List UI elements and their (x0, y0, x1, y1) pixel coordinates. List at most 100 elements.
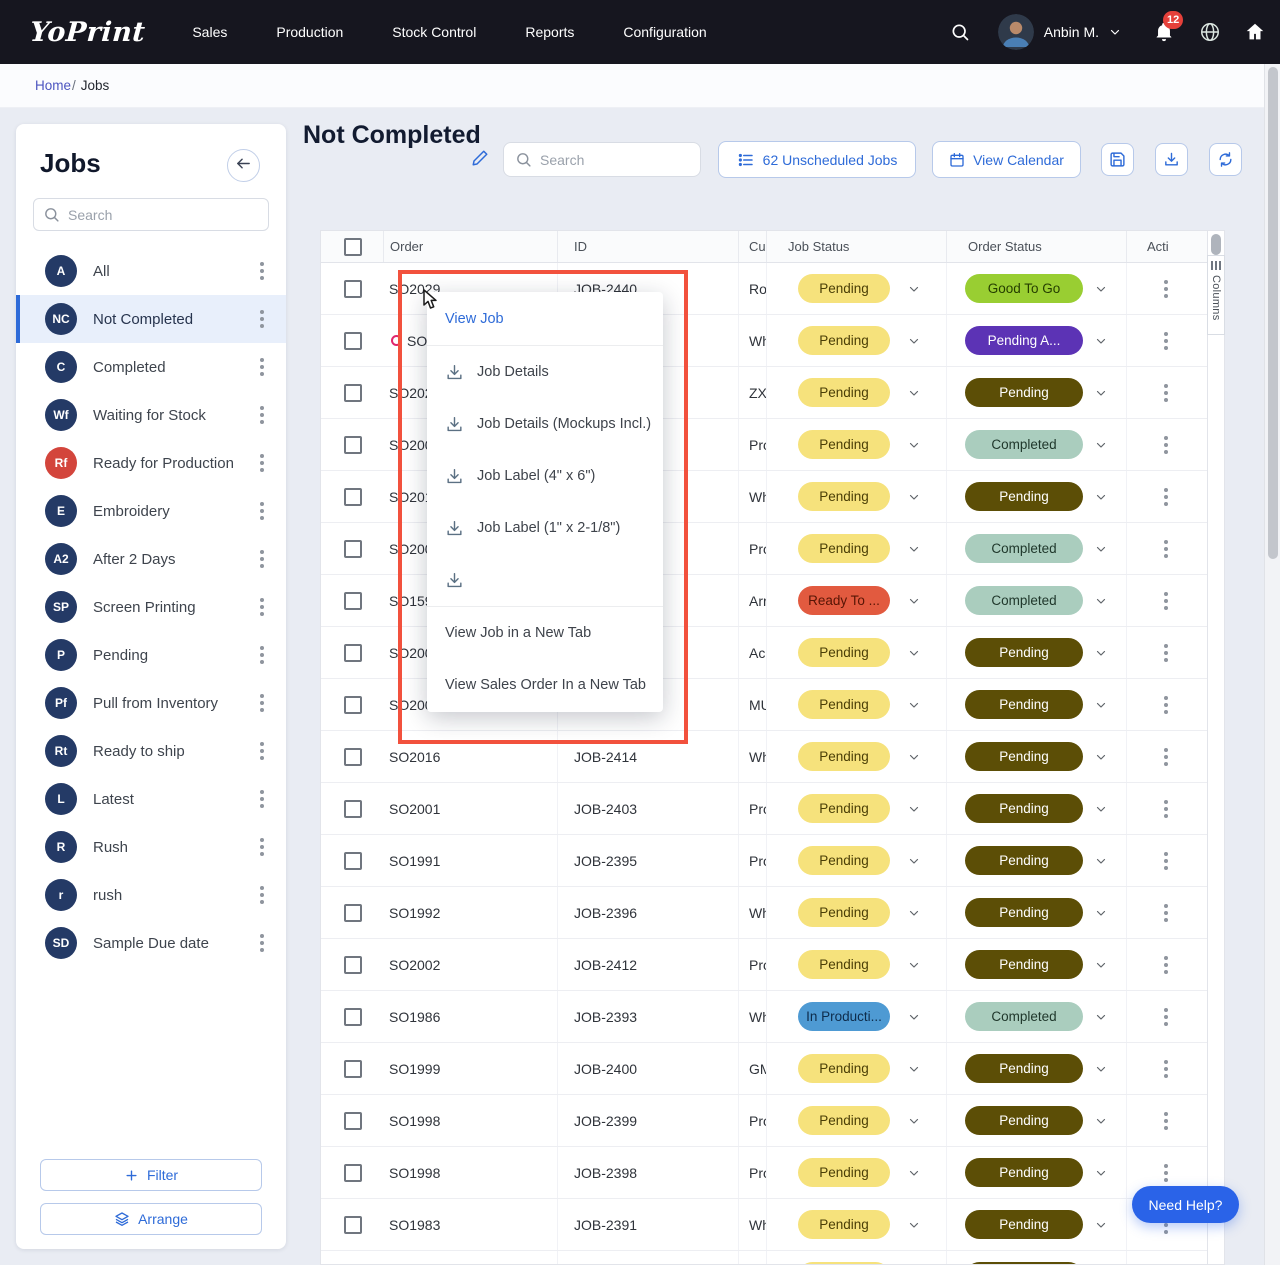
sidebar-item-latest[interactable]: LLatest (16, 775, 286, 823)
chevron-down-icon[interactable] (908, 283, 920, 295)
row-actions-icon[interactable] (1154, 691, 1178, 719)
chevron-down-icon[interactable] (908, 1063, 920, 1075)
row-checkbox[interactable] (344, 1060, 362, 1078)
chevron-down-icon[interactable] (908, 751, 920, 763)
chevron-down-icon[interactable] (1109, 26, 1121, 38)
row-actions-icon[interactable] (1154, 587, 1178, 615)
chevron-down-icon[interactable] (1095, 959, 1107, 971)
user-avatar[interactable] (998, 14, 1034, 50)
row-actions-icon[interactable] (1154, 795, 1178, 823)
row-checkbox[interactable] (344, 1216, 362, 1234)
table-row[interactable]: SO1993JOB-2397ArrPendingPending (321, 1251, 1207, 1265)
chevron-down-icon[interactable] (1095, 647, 1107, 659)
order-status-pill[interactable]: Pending (965, 638, 1083, 667)
edit-view-name-button[interactable] (471, 149, 489, 172)
row-checkbox[interactable] (344, 904, 362, 922)
row-checkbox[interactable] (344, 384, 362, 402)
job-status-pill[interactable]: Pending (798, 326, 890, 355)
row-actions-icon[interactable] (1154, 847, 1178, 875)
order-status-pill[interactable]: Good To Go (965, 274, 1083, 303)
menu-item-view-job[interactable]: View Job (427, 293, 663, 345)
chevron-down-icon[interactable] (908, 1011, 920, 1023)
filter-menu-icon[interactable] (250, 545, 274, 573)
chevron-down-icon[interactable] (1095, 1063, 1107, 1075)
sidebar-item-all[interactable]: AAll (16, 247, 286, 295)
chevron-down-icon[interactable] (1095, 855, 1107, 867)
chevron-down-icon[interactable] (1095, 1219, 1107, 1231)
filter-menu-icon[interactable] (250, 353, 274, 381)
row-actions-icon[interactable] (1154, 743, 1178, 771)
user-name[interactable]: Anbin M. (1044, 24, 1099, 40)
chevron-down-icon[interactable] (908, 803, 920, 815)
row-checkbox[interactable] (344, 332, 362, 350)
job-status-pill[interactable]: Pending (798, 274, 890, 303)
chevron-down-icon[interactable] (1095, 699, 1107, 711)
table-row[interactable]: SO2002JOB-2412ProPendingPending (321, 939, 1207, 991)
chevron-down-icon[interactable] (908, 699, 920, 711)
row-checkbox[interactable] (344, 1008, 362, 1026)
chevron-down-icon[interactable] (908, 491, 920, 503)
order-status-pill[interactable]: Completed (965, 1002, 1083, 1031)
order-status-pill[interactable]: Pending A... (965, 326, 1083, 355)
row-actions-icon[interactable] (1154, 951, 1178, 979)
table-scrollbar-thumb[interactable] (1211, 234, 1221, 255)
table-row[interactable]: SO1998JOB-2399ProPendingPending (321, 1095, 1207, 1147)
row-checkbox[interactable] (344, 956, 362, 974)
search-icon[interactable] (950, 22, 970, 42)
column-header-order[interactable]: Order (383, 231, 557, 262)
job-status-pill[interactable]: In Producti... (798, 1002, 890, 1031)
sidebar-item-pending[interactable]: PPending (16, 631, 286, 679)
job-status-pill[interactable]: Pending (798, 378, 890, 407)
menu-item-job-details-mockups-incl[interactable]: Job Details (Mockups Incl.) (427, 398, 663, 450)
order-status-pill[interactable]: Pending (965, 1210, 1083, 1239)
filter-menu-icon[interactable] (250, 257, 274, 285)
order-status-pill[interactable]: Pending (965, 690, 1083, 719)
row-actions-icon[interactable] (1154, 639, 1178, 667)
filter-menu-icon[interactable] (250, 641, 274, 669)
chevron-down-icon[interactable] (1095, 1011, 1107, 1023)
table-search-input[interactable] (503, 142, 701, 177)
chevron-down-icon[interactable] (1095, 803, 1107, 815)
order-status-pill[interactable]: Pending (965, 898, 1083, 927)
row-checkbox[interactable] (344, 748, 362, 766)
row-checkbox[interactable] (344, 1164, 362, 1182)
order-status-pill[interactable]: Pending (965, 482, 1083, 511)
table-row[interactable]: SO1983JOB-2391WhPendingPending (321, 1199, 1207, 1251)
export-button[interactable] (1155, 143, 1188, 176)
row-actions-icon[interactable] (1154, 379, 1178, 407)
menu-item-view-sales-order-in-a-new-tab[interactable]: View Sales Order In a New Tab (427, 659, 663, 711)
job-status-pill[interactable]: Pending (798, 1210, 890, 1239)
menu-item-download[interactable] (427, 554, 663, 606)
nav-item-stock-control[interactable]: Stock Control (392, 24, 476, 40)
chevron-down-icon[interactable] (1095, 543, 1107, 555)
row-checkbox[interactable] (344, 540, 362, 558)
chevron-down-icon[interactable] (1095, 491, 1107, 503)
filter-menu-icon[interactable] (250, 305, 274, 333)
job-status-pill[interactable]: Pending (798, 794, 890, 823)
chevron-down-icon[interactable] (908, 1115, 920, 1127)
table-row[interactable]: SO1998JOB-2398ProPendingPending (321, 1147, 1207, 1199)
row-checkbox[interactable] (344, 852, 362, 870)
table-row[interactable]: SO2016JOB-2414WhPendingPending (321, 731, 1207, 783)
page-scrollbar-thumb[interactable] (1268, 67, 1278, 559)
sidebar-item-waiting-for-stock[interactable]: WfWaiting for Stock (16, 391, 286, 439)
row-checkbox[interactable] (344, 696, 362, 714)
job-status-pill[interactable]: Pending (798, 1158, 890, 1187)
notifications-button[interactable]: 12 (1153, 21, 1175, 43)
order-status-pill[interactable]: Pending (965, 742, 1083, 771)
order-status-pill[interactable]: Pending (965, 1106, 1083, 1135)
order-status-pill[interactable]: Pending (965, 378, 1083, 407)
chevron-down-icon[interactable] (1095, 751, 1107, 763)
breadcrumb-home-link[interactable]: Home (35, 78, 71, 93)
row-checkbox[interactable] (344, 1112, 362, 1130)
sidebar-item-rush[interactable]: RRush (16, 823, 286, 871)
chevron-down-icon[interactable] (908, 647, 920, 659)
column-header-order-status[interactable]: Order Status (946, 231, 1126, 262)
order-status-pill[interactable]: Completed (965, 586, 1083, 615)
row-actions-icon[interactable] (1154, 1003, 1178, 1031)
refresh-button[interactable] (1209, 143, 1242, 176)
order-status-pill[interactable]: Pending (965, 950, 1083, 979)
job-status-pill[interactable]: Pending (798, 898, 890, 927)
job-status-pill[interactable]: Pending (798, 1054, 890, 1083)
row-actions-icon[interactable] (1154, 535, 1178, 563)
